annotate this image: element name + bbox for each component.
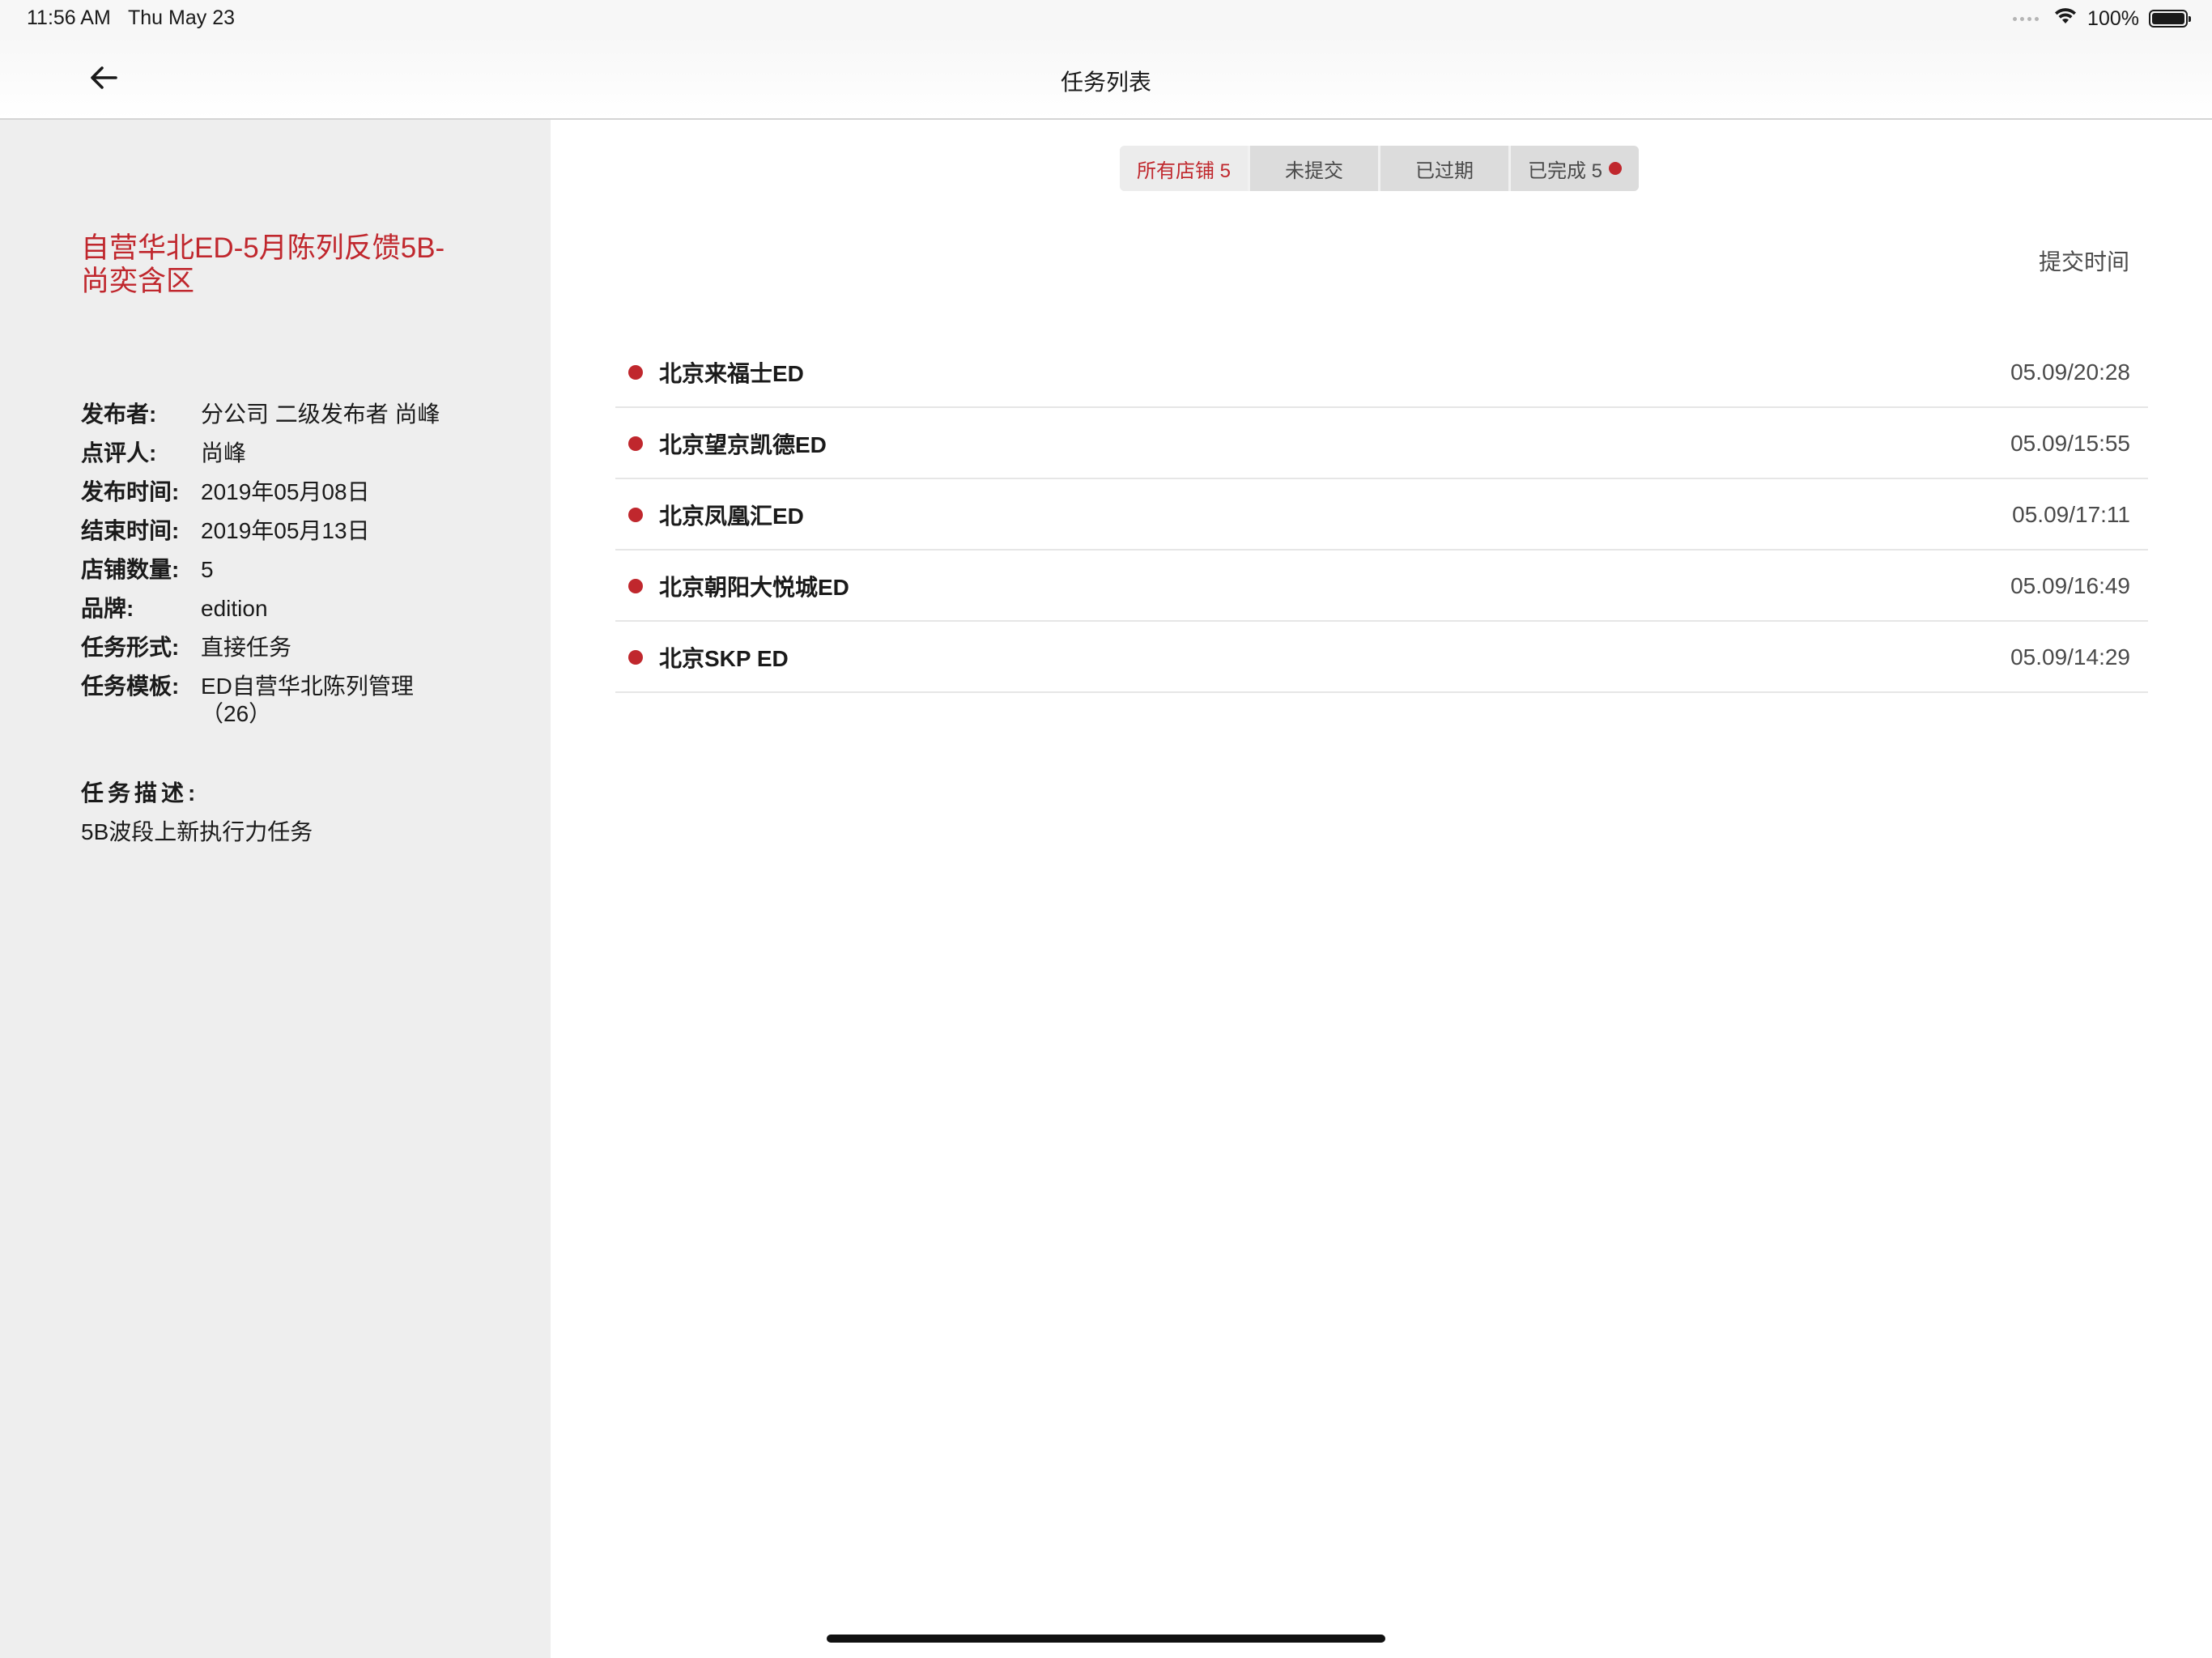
info-row-end-date: 结束时间: 2019年05月13日	[81, 512, 502, 551]
description-label: 任务描述:	[81, 780, 200, 806]
tab-label: 已过期	[1415, 159, 1474, 182]
task-info-list: 发布者: 分公司 二级发布者 尚峰 点评人: 尚峰 发布时间: 2019年05月…	[81, 395, 502, 728]
submit-time: 05.09/15:55	[2010, 431, 2130, 456]
info-value: 5	[201, 557, 214, 582]
info-value: 2019年05月08日	[201, 479, 370, 504]
store-list: 北京来福士ED 05.09/20:28 北京望京凯德ED 05.09/15:55…	[615, 338, 2148, 695]
info-value: 尚峰	[201, 440, 247, 466]
info-label: 任务形式:	[81, 635, 180, 660]
info-label: 发布时间:	[81, 479, 180, 504]
status-dot-icon	[628, 365, 643, 380]
status-dot-icon	[628, 436, 643, 451]
battery-percent: 100%	[2087, 6, 2139, 30]
description-text: 5B波段上新执行力任务	[81, 819, 313, 844]
sort-by-submit-time[interactable]: 提交时间	[2039, 244, 2129, 277]
info-row-publisher: 发布者: 分公司 二级发布者 尚峰	[81, 395, 502, 434]
task-detail-panel: 自营华北ED-5月陈列反馈5B-尚奕含区 发布者: 分公司 二级发布者 尚峰 点…	[0, 120, 551, 1658]
store-filter-tabs: 所有店铺 5 未提交 已过期 已完成 5	[1120, 146, 1639, 191]
store-row[interactable]: 北京望京凯德ED 05.09/15:55	[615, 410, 2148, 479]
status-bar: 11:56 AM Thu May 23 100%	[0, 0, 2212, 37]
info-value: 2019年05月13日	[201, 518, 370, 543]
tab-label: 未提交	[1285, 159, 1343, 182]
page-title: 任务列表	[1060, 70, 1151, 95]
info-label: 点评人:	[81, 440, 157, 466]
submit-time: 05.09/20:28	[2010, 359, 2130, 385]
tab-label: 已完成 5	[1527, 159, 1602, 182]
status-time: 11:56 AM	[27, 6, 111, 29]
tab-all-stores[interactable]: 所有店铺 5	[1120, 146, 1248, 191]
store-row[interactable]: 北京来福士ED 05.09/20:28	[615, 338, 2148, 408]
store-row[interactable]: 北京朝阳大悦城ED 05.09/16:49	[615, 552, 2148, 622]
submit-time: 05.09/16:49	[2010, 573, 2130, 598]
status-indicators: 100%	[2013, 5, 2191, 32]
tab-expired[interactable]: 已过期	[1380, 146, 1508, 191]
task-title: 自营华北ED-5月陈列反馈5B-尚奕含区	[81, 232, 445, 297]
info-row-reviewer: 点评人: 尚峰	[81, 434, 502, 473]
status-date: Thu May 23	[128, 6, 236, 29]
info-row-store-count: 店铺数量: 5	[81, 551, 502, 589]
info-row-template: 任务模板: ED自营华北陈列管理（26）	[81, 667, 502, 728]
tab-not-submitted[interactable]: 未提交	[1250, 146, 1378, 191]
info-value: edition	[201, 596, 268, 621]
wifi-icon	[2053, 7, 2078, 31]
battery-icon	[2149, 10, 2191, 28]
store-name: 北京SKP ED	[659, 646, 789, 671]
store-name: 北京凤凰汇ED	[659, 504, 804, 529]
store-row[interactable]: 北京凤凰汇ED 05.09/17:11	[615, 481, 2148, 551]
status-dot-icon	[628, 650, 643, 665]
tab-label: 所有店铺 5	[1136, 159, 1231, 182]
info-row-task-type: 任务形式: 直接任务	[81, 628, 502, 667]
store-name: 北京来福士ED	[659, 361, 804, 386]
info-label: 结束时间:	[81, 518, 180, 543]
status-dot-icon	[628, 508, 643, 522]
store-name: 北京朝阳大悦城ED	[659, 575, 849, 600]
info-value: ED自营华北陈列管理（26）	[201, 674, 414, 726]
submit-time: 05.09/14:29	[2010, 644, 2130, 670]
info-row-brand: 品牌: edition	[81, 589, 502, 628]
info-row-publish-date: 发布时间: 2019年05月08日	[81, 473, 502, 512]
navigation-bar: 任务列表	[0, 37, 2212, 120]
tab-completed[interactable]: 已完成 5	[1511, 146, 1639, 191]
info-label: 品牌:	[81, 596, 134, 621]
info-label: 发布者:	[81, 402, 157, 427]
store-row[interactable]: 北京SKP ED 05.09/14:29	[615, 623, 2148, 693]
status-dot-icon	[628, 579, 643, 593]
store-name: 北京望京凯德ED	[659, 432, 827, 457]
cellular-signal-icon	[2013, 16, 2040, 21]
info-label: 店铺数量:	[81, 557, 180, 582]
info-label: 任务模板:	[81, 674, 180, 699]
info-value: 直接任务	[201, 635, 292, 660]
submit-time: 05.09/17:11	[2012, 502, 2130, 527]
home-indicator[interactable]	[827, 1635, 1385, 1643]
info-value: 分公司 二级发布者 尚峰	[201, 402, 440, 427]
status-dot-icon	[1609, 162, 1622, 175]
